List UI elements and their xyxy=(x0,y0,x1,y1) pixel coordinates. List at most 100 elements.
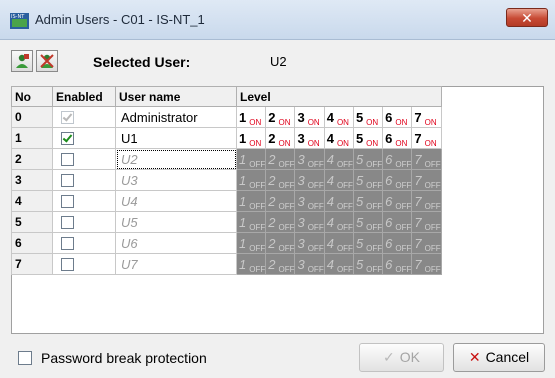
level-state: OFF xyxy=(249,159,266,169)
table-row[interactable]: 2 U2 1 OFF 2 OFF 3 OFF 4 OFF 5 OFF 6 OFF 7 OFF xyxy=(11,148,442,170)
level-cell[interactable]: 2 OFF xyxy=(265,190,296,212)
level-cell[interactable]: 1 OFF xyxy=(235,190,267,212)
level-cell[interactable]: 1 OFF xyxy=(235,211,267,233)
check-icon: ✓ xyxy=(383,349,395,365)
table-row[interactable]: 4 U4 1 OFF 2 OFF 3 OFF 4 OFF 5 OFF 6 OFF 7 OFF xyxy=(11,190,442,212)
add-user-button[interactable] xyxy=(11,50,33,72)
level-cell[interactable]: 4 OFF xyxy=(323,253,354,275)
level-cell[interactable]: 6 OFF xyxy=(382,253,413,275)
level-cell[interactable]: 1 OFF xyxy=(235,148,267,170)
enabled-checkbox[interactable] xyxy=(61,153,74,167)
level-cell[interactable]: 6 OFF xyxy=(382,190,413,212)
enabled-checkbox[interactable] xyxy=(61,132,74,146)
level-cell[interactable]: 4 ON xyxy=(323,106,354,128)
level-cell[interactable]: 7 OFF xyxy=(411,169,442,191)
level-cell[interactable]: 3 ON xyxy=(294,127,325,149)
level-cell[interactable]: 6 OFF xyxy=(382,232,413,254)
password-break-checkbox[interactable] xyxy=(18,351,32,366)
level-cell[interactable]: 6 ON xyxy=(382,106,413,128)
level-cell[interactable]: 1 OFF xyxy=(235,169,267,191)
level-cell[interactable]: 5 OFF xyxy=(352,232,384,254)
level-cell[interactable]: 5 ON xyxy=(352,127,384,149)
level-cell[interactable]: 2 OFF xyxy=(265,148,296,170)
enabled-checkbox[interactable] xyxy=(61,174,74,188)
remove-user-button[interactable] xyxy=(36,50,58,72)
level-number: 1 xyxy=(239,235,247,251)
user-name-cell[interactable]: U6 xyxy=(115,232,237,254)
user-name-cell[interactable]: U2 xyxy=(115,148,237,170)
ok-button[interactable]: ✓ OK xyxy=(359,343,444,372)
level-cell[interactable]: 1 ON xyxy=(235,106,267,128)
table-row[interactable]: 7 U7 1 OFF 2 OFF 3 OFF 4 OFF 5 OFF 6 OFF 7 OFF xyxy=(11,253,442,275)
user-name-cell[interactable]: Administrator xyxy=(115,106,237,128)
level-state: ON xyxy=(366,117,379,127)
level-cell[interactable]: 1 OFF xyxy=(235,232,267,254)
level-cell[interactable]: 1 ON xyxy=(235,127,267,149)
level-cell[interactable]: 4 OFF xyxy=(323,169,354,191)
header-no: No xyxy=(11,86,53,107)
level-cell[interactable]: 2 ON xyxy=(265,127,296,149)
enabled-cell xyxy=(52,169,116,191)
level-number: 5 xyxy=(355,235,364,251)
enabled-checkbox[interactable] xyxy=(61,216,74,230)
table-row[interactable]: 0 Administrator 1 ON 2 ON 3 ON 4 ON 5 ON 6 ON 7 ON xyxy=(11,106,442,128)
table-row[interactable]: 1 U1 1 ON 2 ON 3 ON 4 ON 5 ON 6 ON 7 ON xyxy=(11,127,442,149)
level-cell[interactable]: 4 OFF xyxy=(323,148,354,170)
user-name-cell[interactable]: U5 xyxy=(115,211,237,233)
level-cell[interactable]: 2 ON xyxy=(265,106,296,128)
level-cell[interactable]: 3 OFF xyxy=(294,253,325,275)
level-cell[interactable]: 7 OFF xyxy=(411,232,442,254)
level-cell[interactable]: 5 OFF xyxy=(352,148,384,170)
level-cell[interactable]: 3 OFF xyxy=(294,232,325,254)
level-cell[interactable]: 6 ON xyxy=(382,127,413,149)
level-cell[interactable]: 5 OFF xyxy=(352,211,384,233)
level-cell[interactable]: 3 ON xyxy=(294,106,325,128)
level-cell[interactable]: 4 ON xyxy=(323,127,354,149)
level-state: ON xyxy=(424,138,437,148)
level-cell[interactable]: 7 OFF xyxy=(411,253,442,275)
enabled-checkbox[interactable] xyxy=(61,258,74,272)
level-cell[interactable]: 1 OFF xyxy=(235,253,267,275)
level-cell[interactable]: 4 OFF xyxy=(323,211,354,233)
level-cell[interactable]: 3 OFF xyxy=(294,169,325,191)
level-cell[interactable]: 3 OFF xyxy=(294,211,325,233)
level-cell[interactable]: 3 OFF xyxy=(294,190,325,212)
level-cell[interactable]: 5 OFF xyxy=(352,169,384,191)
level-cell[interactable]: 6 OFF xyxy=(382,211,413,233)
level-cell[interactable]: 5 OFF xyxy=(352,190,384,212)
password-break-option[interactable]: Password break protection xyxy=(18,350,207,366)
user-name-cell[interactable]: U3 xyxy=(115,169,237,191)
level-cell[interactable]: 4 OFF xyxy=(323,190,354,212)
user-name-cell[interactable]: U4 xyxy=(115,190,237,212)
level-cell[interactable]: 4 OFF xyxy=(323,232,354,254)
enabled-checkbox[interactable] xyxy=(61,195,74,209)
table-row[interactable]: 6 U6 1 OFF 2 OFF 3 OFF 4 OFF 5 OFF 6 OFF 7 OFF xyxy=(11,232,442,254)
user-name-cell[interactable]: U7 xyxy=(115,253,237,275)
user-name-cell[interactable]: U1 xyxy=(115,127,237,149)
table-row[interactable]: 3 U3 1 OFF 2 OFF 3 OFF 4 OFF 5 OFF 6 OFF 7 OFF xyxy=(11,169,442,191)
level-cell[interactable]: 5 OFF xyxy=(352,253,384,275)
level-state: OFF xyxy=(278,159,295,169)
level-cell[interactable]: 5 ON xyxy=(352,106,384,128)
level-cell[interactable]: 2 OFF xyxy=(265,253,296,275)
level-number: 7 xyxy=(414,130,422,146)
close-button[interactable]: ✕ xyxy=(506,8,548,27)
table-row[interactable]: 5 U5 1 OFF 2 OFF 3 OFF 4 OFF 5 OFF 6 OFF 7 OFF xyxy=(11,211,442,233)
level-cell[interactable]: 7 OFF xyxy=(411,148,442,170)
level-cell[interactable]: 2 OFF xyxy=(265,211,296,233)
level-number: 2 xyxy=(268,172,276,188)
level-cell[interactable]: 6 OFF xyxy=(382,148,413,170)
cancel-button[interactable]: ✕ Cancel xyxy=(453,343,545,372)
level-cell[interactable]: 3 OFF xyxy=(294,148,325,170)
level-number: 4 xyxy=(326,109,334,125)
level-number: 7 xyxy=(414,256,422,272)
level-cell[interactable]: 7 ON xyxy=(411,106,442,128)
level-cell[interactable]: 7 ON xyxy=(411,127,442,149)
level-cell[interactable]: 6 OFF xyxy=(382,169,413,191)
level-cell[interactable]: 2 OFF xyxy=(265,169,296,191)
level-cell[interactable]: 7 OFF xyxy=(411,211,442,233)
level-number: 7 xyxy=(414,193,422,209)
level-cell[interactable]: 2 OFF xyxy=(265,232,296,254)
enabled-checkbox[interactable] xyxy=(61,237,74,251)
level-cell[interactable]: 7 OFF xyxy=(411,190,442,212)
